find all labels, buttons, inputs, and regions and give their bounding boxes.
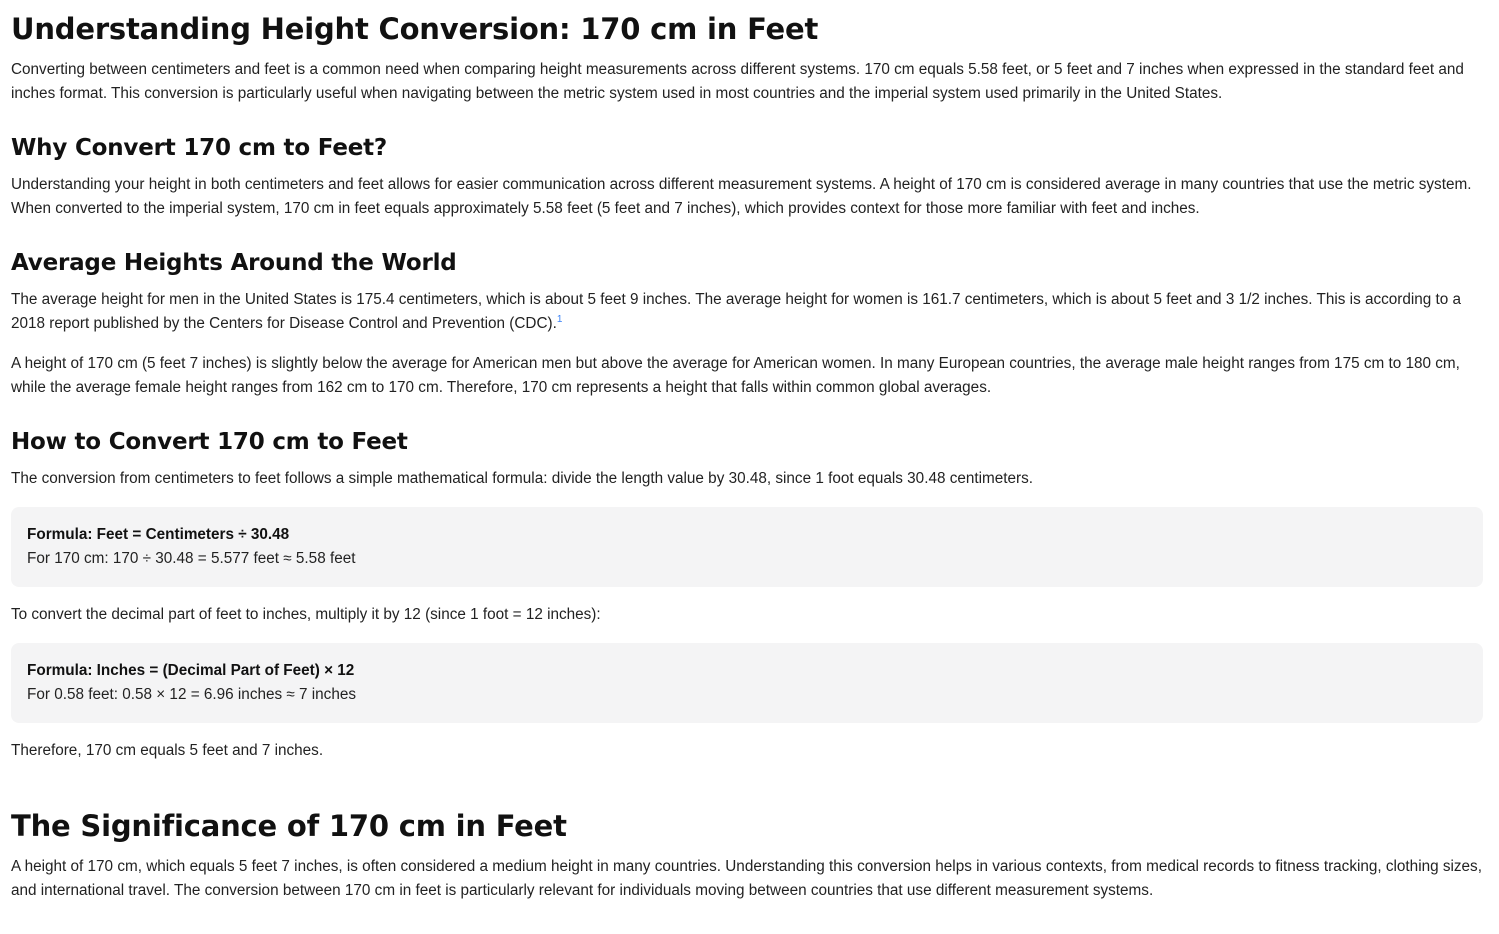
section-heading-average: Average Heights Around the World [11,250,457,276]
intro-paragraph: Converting between centimeters and feet … [11,61,1464,102]
footnote-link[interactable]: 1 [557,314,563,325]
page-title: Understanding Height Conversion: 170 cm … [11,12,819,46]
average-paragraph-1-text: The average height for men in the United… [11,291,1462,332]
why-paragraph: Understanding your height in both centim… [11,176,1472,217]
formula-feet-example: For 170 cm: 170 ÷ 30.48 = 5.577 feet ≈ 5… [27,550,356,567]
average-paragraph-2: A height of 170 cm (5 feet 7 inches) is … [11,355,1460,396]
average-paragraph-1: The average height for men in the United… [11,288,1488,336]
section-heading-howto: How to Convert 170 cm to Feet [11,429,408,455]
formula-inches-example: For 0.58 feet: 0.58 × 12 = 6.96 inches ≈… [27,686,356,703]
article: Understanding Height Conversion: 170 cm … [0,0,1499,903]
section-heading-why: Why Convert 170 cm to Feet? [11,135,388,161]
section-title-significance: The Significance of 170 cm in Feet [11,809,567,843]
formula-box-inches: Formula: Inches = (Decimal Part of Feet)… [11,643,1483,723]
formula-inches-label: Formula: Inches = (Decimal Part of Feet)… [27,662,355,679]
howto-paragraph-1: The conversion from centimeters to feet … [11,470,1034,487]
significance-paragraph: A height of 170 cm, which equals 5 feet … [11,858,1482,899]
formula-feet-label: Formula: Feet = Centimeters ÷ 30.48 [27,526,290,543]
howto-paragraph-3: Therefore, 170 cm equals 5 feet and 7 in… [11,742,324,759]
formula-box-feet: Formula: Feet = Centimeters ÷ 30.48 For … [11,507,1483,587]
howto-paragraph-2: To convert the decimal part of feet to i… [11,606,601,623]
